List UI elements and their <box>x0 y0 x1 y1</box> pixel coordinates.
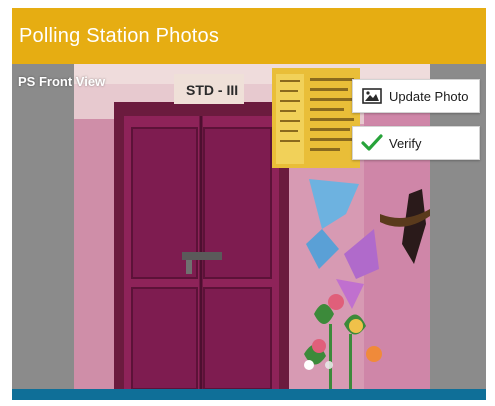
screen-frame: Polling Station Photos STD - III PS Fron… <box>12 8 486 400</box>
carousel-dot[interactable] <box>325 361 333 369</box>
carousel-dot-active[interactable] <box>304 360 314 370</box>
verify-button[interactable]: Verify <box>352 126 480 160</box>
image-icon <box>361 85 383 107</box>
update-photo-label: Update Photo <box>389 88 469 104</box>
room-sign: STD - III <box>186 82 238 98</box>
page-title: Polling Station Photos <box>19 24 220 47</box>
check-icon <box>361 132 383 154</box>
carousel-indicator <box>304 360 333 370</box>
app-header: Polling Station Photos <box>12 8 486 64</box>
photo-carousel[interactable]: STD - III PS Front View Update Photo Ver… <box>12 64 486 389</box>
update-photo-button[interactable]: Update Photo <box>352 79 480 113</box>
verify-label: Verify <box>389 135 422 151</box>
bottom-bar <box>12 389 486 400</box>
photo-label: PS Front View <box>18 74 106 89</box>
